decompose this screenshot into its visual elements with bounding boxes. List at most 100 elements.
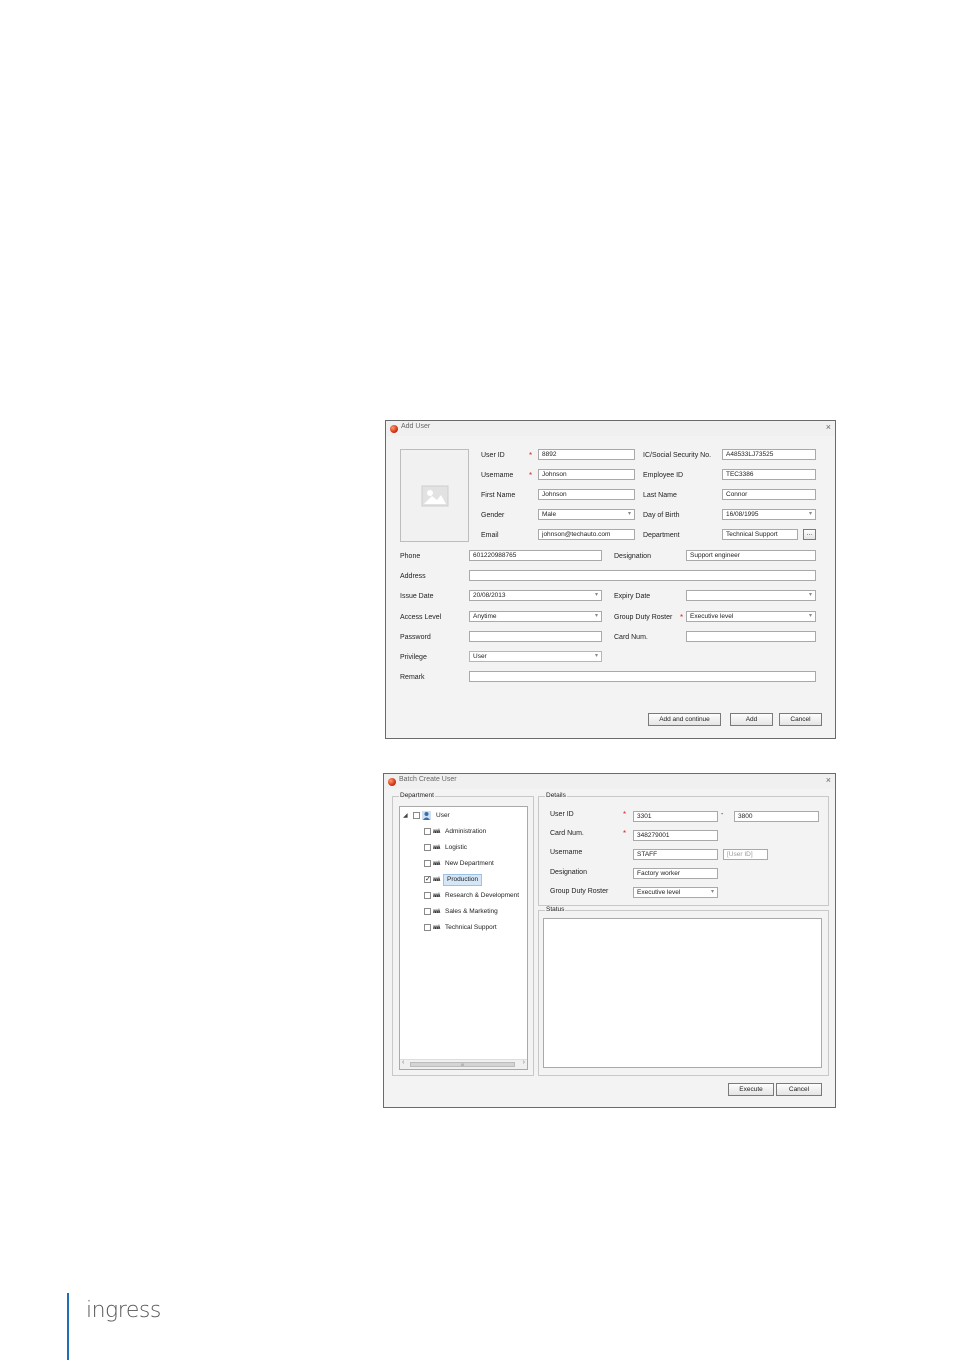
close-icon[interactable]: × <box>826 775 831 785</box>
access-level-select[interactable]: Anytime <box>469 611 602 622</box>
email-label: Email <box>481 532 499 539</box>
department-browse-button[interactable]: ... <box>803 529 816 540</box>
batch-group-duty-roster-label: Group Duty Roster <box>550 888 609 895</box>
add-and-continue-button[interactable]: Add and continue <box>648 713 721 726</box>
issue-date-datepicker[interactable]: 20/08/2013 <box>469 590 602 601</box>
tree-item-label[interactable]: Production <box>443 874 483 886</box>
group-duty-roster-select[interactable]: Executive level <box>686 611 816 622</box>
department-tree[interactable]: ◢ User ääå Administration ääå Logistic ääå Ne… <box>399 806 528 1070</box>
department-icon: ääå <box>433 925 440 931</box>
last-name-input[interactable]: Connor <box>722 489 816 500</box>
username-input[interactable]: Johnson <box>538 469 635 480</box>
details-group: Details User ID * 3301 - 3800 Card Num. … <box>538 792 829 906</box>
tree-root-checkbox[interactable] <box>413 812 420 819</box>
remark-input[interactable] <box>469 671 816 682</box>
photo-placeholder[interactable] <box>400 449 469 542</box>
scroll-left-icon[interactable]: ‹ <box>402 1059 404 1066</box>
tree-item-label[interactable]: New Department <box>445 859 494 869</box>
tree-item-checkbox[interactable] <box>424 908 431 915</box>
app-icon <box>388 778 396 786</box>
execute-button[interactable]: Execute <box>728 1083 774 1096</box>
batch-card-num-input[interactable]: 348279001 <box>633 830 718 841</box>
tree-item-label[interactable]: Logistic <box>445 843 467 853</box>
add-user-dialog: Add User × User ID * 8892 Username * Joh… <box>385 420 836 739</box>
required-mark: * <box>529 451 533 460</box>
group-duty-roster-label: Group Duty Roster <box>614 614 673 621</box>
department-icon: ääå <box>433 893 440 899</box>
privilege-label: Privilege <box>400 654 427 661</box>
tree-item-label[interactable]: Sales & Marketing <box>445 907 498 917</box>
department-input[interactable]: Technical Support <box>722 529 798 540</box>
card-num-label: Card Num. <box>614 634 648 641</box>
tree-root-label[interactable]: User <box>436 811 450 821</box>
status-group: Status <box>538 906 829 1076</box>
user-id-input[interactable]: 8892 <box>538 449 635 460</box>
access-level-label: Access Level <box>400 614 442 621</box>
privilege-select[interactable]: User <box>469 651 602 662</box>
dialog-title-bar: Add User × <box>386 421 835 436</box>
first-name-input[interactable]: Johnson <box>538 489 635 500</box>
department-icon: ääå <box>433 861 440 867</box>
department-group-title: Department <box>399 792 435 799</box>
user-id-to-input[interactable]: 3800 <box>734 811 819 822</box>
tree-item-checkbox[interactable]: ✓ <box>424 876 431 883</box>
dob-datepicker[interactable]: 16/08/1995 <box>722 509 816 520</box>
tree-item-label[interactable]: Administration <box>445 827 486 837</box>
address-input[interactable] <box>469 570 816 581</box>
user-id-from-input[interactable]: 3301 <box>633 811 718 822</box>
tree-item-checkbox[interactable] <box>424 860 431 867</box>
phone-input[interactable]: 601220988765 <box>469 550 602 561</box>
status-group-title: Status <box>545 906 566 913</box>
batch-cancel-button[interactable]: Cancel <box>776 1083 822 1096</box>
phone-label: Phone <box>400 553 421 560</box>
close-icon[interactable]: × <box>826 422 831 432</box>
user-id-label: User ID <box>481 452 505 459</box>
tree-item-checkbox[interactable] <box>424 828 431 835</box>
tree-item-label[interactable]: Research & Development <box>445 891 519 901</box>
address-label: Address <box>400 573 426 580</box>
employee-id-input[interactable]: TEC3386 <box>722 469 816 480</box>
last-name-label: Last Name <box>643 492 677 499</box>
expiry-date-datepicker[interactable] <box>686 590 816 601</box>
ic-input[interactable]: A48533LJ73525 <box>722 449 816 460</box>
horizontal-scrollbar[interactable]: ‹ III › <box>400 1059 527 1069</box>
designation-input[interactable]: Support engineer <box>686 550 816 561</box>
image-icon <box>421 485 449 507</box>
batch-username-input[interactable]: STAFF <box>633 849 718 860</box>
password-label: Password <box>400 634 431 641</box>
batch-group-duty-roster-select[interactable]: Executive level <box>633 887 718 898</box>
scrollbar-thumb[interactable]: III <box>410 1062 515 1067</box>
required-mark: * <box>623 829 627 838</box>
ingress-logo: ingress <box>86 1298 161 1323</box>
scroll-right-icon[interactable]: › <box>523 1059 525 1066</box>
dialog-title: Batch Create User <box>399 776 457 783</box>
dob-label: Day of Birth <box>643 512 680 519</box>
batch-user-id-label: User ID <box>550 811 574 818</box>
ic-label: IC/Social Security No. <box>643 452 712 459</box>
required-mark: * <box>680 613 684 622</box>
tree-item-checkbox[interactable] <box>424 924 431 931</box>
tree-item-checkbox[interactable] <box>424 844 431 851</box>
tree-expand-icon[interactable]: ◢ <box>403 811 408 821</box>
remark-label: Remark <box>400 674 425 681</box>
dialog-title-bar: Batch Create User × <box>384 774 835 789</box>
batch-designation-input[interactable]: Factory worker <box>633 868 718 879</box>
password-input[interactable] <box>469 631 602 642</box>
cancel-button[interactable]: Cancel <box>779 713 822 726</box>
gender-select[interactable]: Male <box>538 509 635 520</box>
username-suffix-field[interactable]: [User ID] <box>723 849 768 860</box>
tree-item-checkbox[interactable] <box>424 892 431 899</box>
card-num-input[interactable] <box>686 631 816 642</box>
department-label: Department <box>643 532 680 539</box>
add-button[interactable]: Add <box>730 713 773 726</box>
batch-designation-label: Designation <box>550 869 587 876</box>
scroll-grip: III <box>460 1062 465 1067</box>
user-icon <box>422 811 431 820</box>
tree-item-label[interactable]: Technical Support <box>445 923 497 933</box>
email-input[interactable]: johnson@techauto.com <box>538 529 635 540</box>
department-icon: ääå <box>433 829 440 835</box>
status-log <box>543 918 822 1068</box>
footer-accent-bar <box>67 1293 69 1360</box>
dialog-title: Add User <box>401 423 431 430</box>
batch-create-user-dialog: Batch Create User × Department ◢ User ää… <box>383 773 836 1108</box>
